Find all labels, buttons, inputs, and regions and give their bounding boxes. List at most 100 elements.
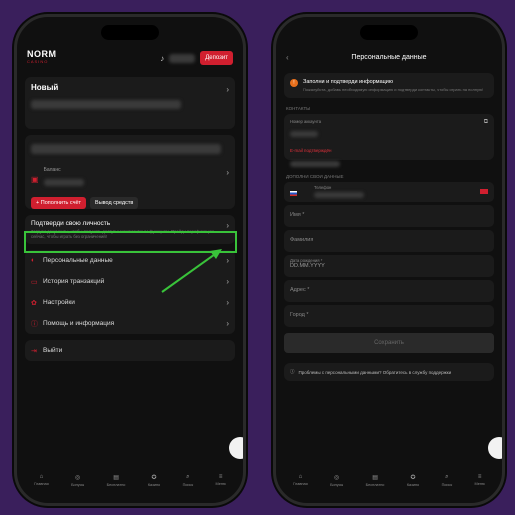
chat-fab[interactable] (488, 437, 502, 459)
chat-fab[interactable] (229, 437, 243, 459)
save-button[interactable]: Сохранить (284, 333, 494, 353)
nav-casino[interactable]: ✪ Казино (407, 474, 419, 487)
menu-item-help[interactable]: ⓘ Помощь и информация › (25, 313, 235, 334)
copy-icon[interactable]: ⧉ (484, 119, 488, 126)
contacts-label: КОНТАКТЫ (286, 106, 311, 111)
surname-placeholder: Фамилия (290, 237, 314, 243)
nav-label: Поиск (441, 482, 453, 487)
nav-label: Поиск (182, 482, 194, 487)
home-icon: ⌂ (39, 474, 44, 480)
logo-main: NORM (27, 49, 57, 59)
wallet-icon: ▭ (31, 278, 38, 286)
username: Новый (31, 83, 59, 92)
nav-label: Бесплатно (106, 482, 126, 487)
bell-icon[interactable]: ♪ (160, 54, 164, 63)
city-placeholder: Город * (290, 312, 309, 318)
profile-screen: NORM CASINO ♪ Депозит Новый › ▣ Баланс ›… (23, 45, 237, 465)
menu-item-settings[interactable]: ✿ Настройки › (25, 292, 235, 313)
balance-card: ▣ Баланс › + Пополнить счёт Вывод средст… (25, 135, 235, 209)
contacts-card: Номер аккаунта ⧉ E-mail подтверждён (284, 114, 494, 167)
extra-data-label: ДОПОЛНИ СВОИ ДАННЫЕ (286, 174, 344, 179)
nav-menu[interactable]: ≡ Меню (216, 474, 226, 486)
verify-phone-icon[interactable] (480, 189, 488, 194)
logout-card: ⇥ Выйти (25, 340, 235, 361)
blurred-phone (314, 192, 364, 198)
nav-label: Бонусы (71, 482, 85, 487)
notice-text: Пожалуйста, добавь необходимую информаци… (303, 87, 484, 92)
notice-title: Заполни и подтверди информацию (303, 79, 393, 85)
logout-icon: ⇥ (31, 347, 37, 355)
city-field[interactable]: Город * (284, 305, 494, 327)
topup-button[interactable]: + Пополнить счёт (31, 197, 87, 209)
highlight-box (24, 231, 237, 253)
birthdate-field[interactable]: Дата рождения * DD.MM.YYYY (284, 255, 494, 277)
phone-label: Телефон (314, 185, 332, 190)
gift-icon: ▤ (113, 474, 119, 481)
flag-icon (290, 191, 297, 197)
nav-label: Казино (406, 482, 420, 487)
verify-title: Подтверди свою личность (31, 220, 111, 227)
nav-label: Главная (293, 482, 308, 486)
blurred-account-number (290, 131, 318, 137)
home-icon: ⌂ (298, 474, 303, 480)
search-icon: ⌕ (445, 473, 449, 480)
deposit-button[interactable]: Депозит (200, 51, 233, 65)
gear-icon: ✿ (31, 299, 37, 307)
chevron-right-icon: › (226, 319, 229, 328)
nav-label: Казино (147, 482, 161, 487)
nav-home[interactable]: ⌂ Главная (34, 474, 48, 486)
nav-label: Бонусы (330, 482, 344, 487)
nav-menu[interactable]: ≡ Меню (475, 474, 485, 486)
header: ‹ Персональные данные (282, 45, 496, 69)
menu-item-personal-data[interactable]: ◐ Персональные данные › (25, 250, 235, 271)
nav-casino[interactable]: ✪ Казино (148, 474, 160, 487)
search-icon: ⌕ (186, 473, 190, 480)
withdraw-button[interactable]: Вывод средств (90, 197, 139, 209)
blurred-balance (169, 53, 196, 63)
chevron-right-icon: › (226, 221, 229, 230)
alert-icon: ! (290, 79, 298, 87)
personal-data-screen: ‹ Персональные данные ! Заполни и подтве… (282, 45, 496, 465)
menu-item-transactions[interactable]: ▭ История транзакций › (25, 271, 235, 292)
name-field[interactable]: Имя * (284, 205, 494, 227)
nav-bonuses[interactable]: ◎ Бонусы (330, 474, 343, 487)
casino-icon: ✪ (151, 474, 157, 481)
norm-logo[interactable]: NORM CASINO (27, 49, 57, 65)
nav-label: Меню (215, 482, 226, 486)
address-field[interactable]: Адрес * (284, 280, 494, 302)
right-phone: ‹ Персональные данные ! Заполни и подтве… (273, 14, 505, 506)
shield-icon: ◐ (31, 257, 36, 264)
back-arrow-icon[interactable]: ‹ (286, 53, 289, 62)
balance-label: Баланс (43, 167, 61, 173)
info-icon: ⓘ (290, 369, 295, 374)
user-card[interactable]: Новый › (25, 77, 235, 129)
blurred-balance-value (43, 179, 84, 186)
phone-field[interactable]: Телефон (284, 182, 494, 202)
bottom-nav: ⌂ Главная ◎ Бонусы ▤ Бесплатно ✪ Казино ⌕ Пои… (282, 467, 496, 493)
menu-label: Помощь и информация (43, 320, 115, 327)
blurred-email (290, 161, 340, 167)
chevron-right-icon: › (226, 256, 229, 265)
menu-label: Персональные данные (43, 257, 113, 264)
left-phone: NORM CASINO ♪ Депозит Новый › ▣ Баланс ›… (14, 14, 246, 506)
menu-item-logout[interactable]: ⇥ Выйти (25, 340, 235, 361)
surname-field[interactable]: Фамилия (284, 230, 494, 252)
nav-free[interactable]: ▤ Бесплатно (107, 474, 126, 487)
chevron-right-icon: › (226, 277, 229, 286)
info-icon: ⓘ (31, 320, 38, 328)
birthdate-placeholder: DD.MM.YYYY (290, 263, 325, 269)
chevron-right-icon: › (226, 85, 229, 94)
menu-icon: ≡ (218, 474, 223, 480)
blurred-user-info (31, 100, 181, 109)
nav-free[interactable]: ▤ Бесплатно (366, 474, 385, 487)
help-card[interactable]: ⓘ Проблемы с персональными данными? Обра… (284, 363, 494, 381)
menu-icon: ≡ (477, 474, 482, 480)
menu-label: Настройки (43, 299, 75, 306)
casino-icon: ✪ (410, 474, 416, 481)
nav-home[interactable]: ⌂ Главная (293, 474, 307, 486)
nav-search[interactable]: ⌕ Поиск (183, 474, 194, 487)
nav-search[interactable]: ⌕ Поиск (442, 474, 453, 487)
nav-bonuses[interactable]: ◎ Бонусы (71, 474, 84, 487)
help-text: Проблемы с персональными данными? Обрати… (298, 369, 452, 375)
page-title: Персональные данные (351, 53, 427, 61)
